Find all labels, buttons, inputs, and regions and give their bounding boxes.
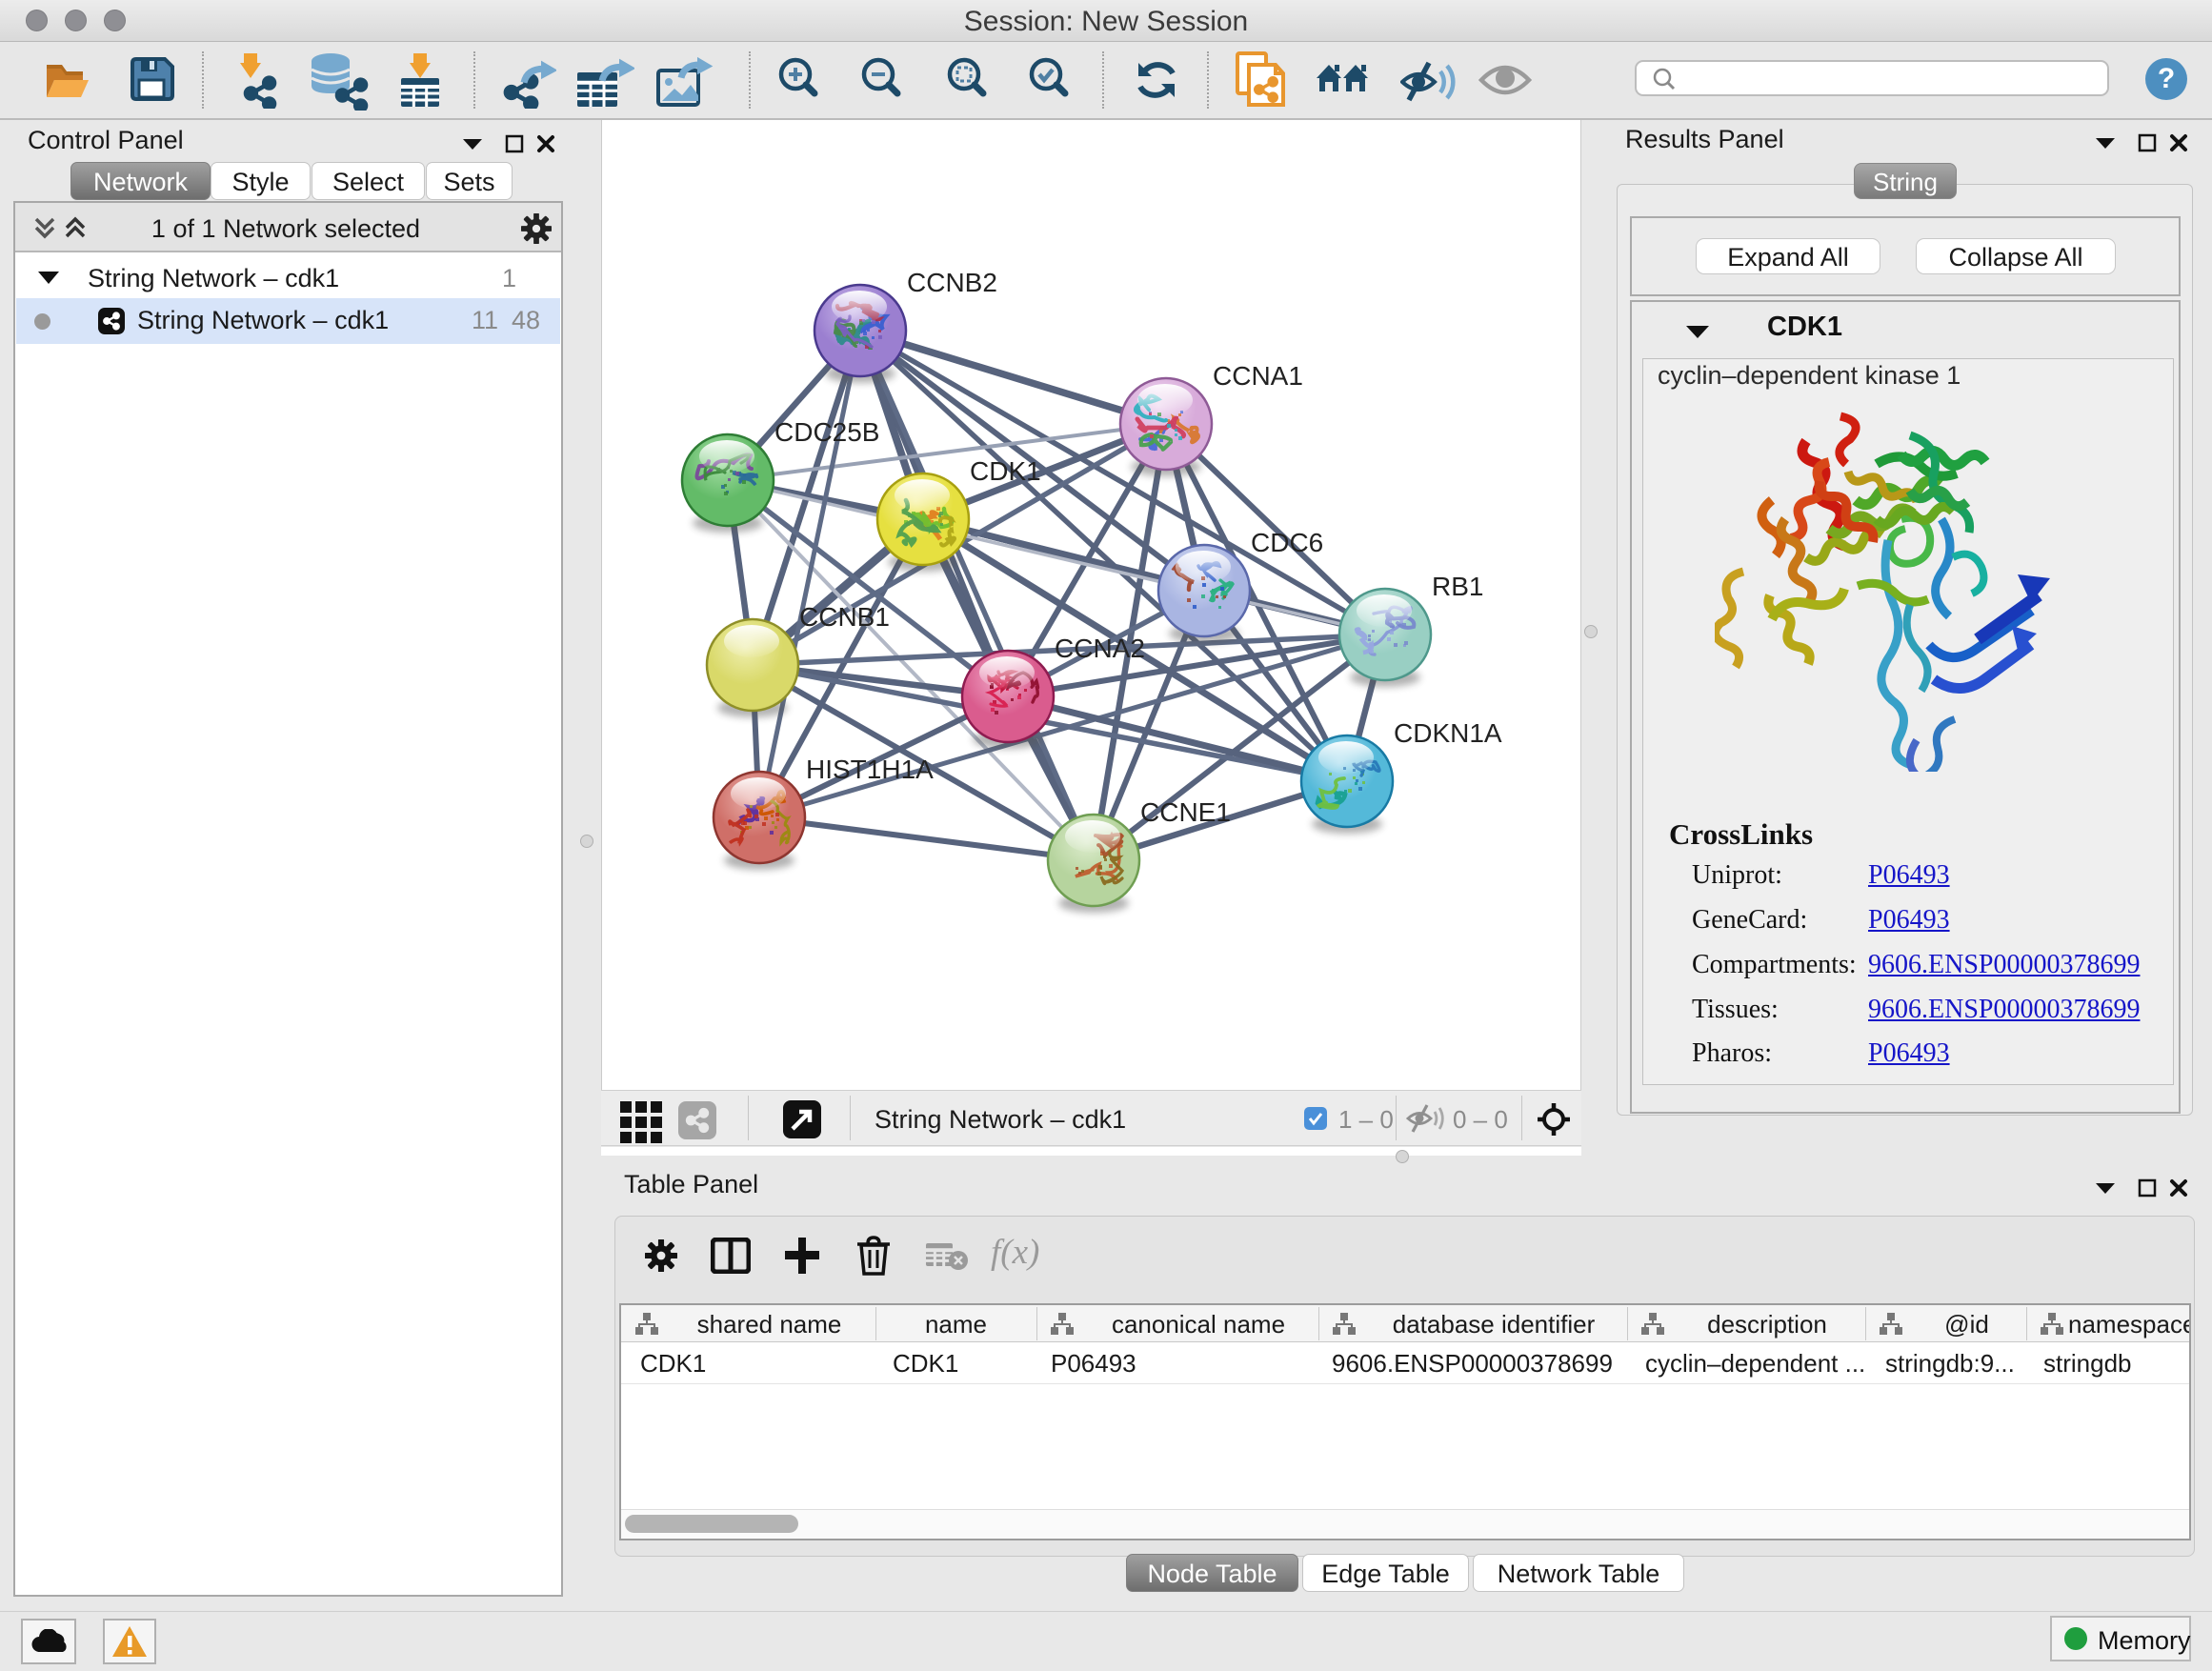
svg-text:CDKN1A: CDKN1A — [1394, 718, 1502, 748]
svg-text:CCNB1: CCNB1 — [799, 602, 890, 632]
svg-text:CDK1: CDK1 — [970, 456, 1041, 486]
svg-text:CDC25B: CDC25B — [774, 417, 879, 447]
svg-text:RB1: RB1 — [1432, 572, 1483, 601]
svg-text:CCNA2: CCNA2 — [1055, 634, 1145, 663]
svg-text:HIST1H1A: HIST1H1A — [806, 755, 934, 784]
svg-text:CCNB2: CCNB2 — [907, 268, 997, 297]
svg-text:CCNE1: CCNE1 — [1140, 797, 1231, 827]
svg-text:CCNA1: CCNA1 — [1213, 361, 1303, 391]
svg-text:CDC6: CDC6 — [1251, 528, 1323, 557]
